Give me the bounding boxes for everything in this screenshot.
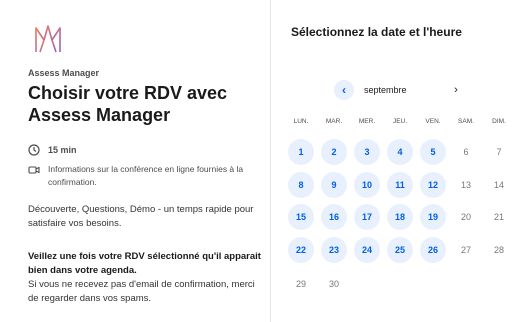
- unavailable-day: 27: [460, 245, 471, 255]
- weekday-label: LUN.: [293, 118, 309, 125]
- available-day-button[interactable]: 22: [288, 237, 314, 263]
- conference-info-text: Informations sur la conférence en ligne …: [48, 164, 244, 187]
- calendar-title: Sélectionnez la date et l'heure: [291, 25, 462, 39]
- available-day-button[interactable]: 10: [354, 172, 380, 198]
- available-day-button[interactable]: 4: [387, 139, 413, 165]
- prev-month-button[interactable]: ‹: [334, 80, 354, 100]
- unavailable-day: 28: [493, 245, 504, 255]
- available-day-button[interactable]: 25: [387, 237, 413, 263]
- month-navigation: ‹ septembre ›: [334, 80, 474, 100]
- unavailable-day: 6: [463, 147, 469, 157]
- available-day-button[interactable]: 8: [288, 172, 314, 198]
- available-day-button[interactable]: 5: [420, 139, 446, 165]
- next-month-button[interactable]: ›: [448, 80, 464, 100]
- month-label: septembre: [364, 85, 407, 95]
- weekday-label: MER.: [358, 118, 376, 125]
- available-day-button[interactable]: 11: [387, 172, 413, 198]
- available-day-button[interactable]: 3: [354, 139, 380, 165]
- available-day-button[interactable]: 24: [354, 237, 380, 263]
- unavailable-day: 14: [493, 180, 504, 190]
- brand-logo-icon: [35, 25, 61, 53]
- unavailable-day: 13: [460, 180, 471, 190]
- conference-row: Informations sur la conférence en ligne …: [28, 163, 260, 189]
- event-title: Choisir votre RDV avec Assess Manager: [28, 83, 228, 125]
- chevron-left-icon: ‹: [342, 83, 346, 97]
- clock-icon: [28, 144, 40, 156]
- weekday-label: DIM.: [492, 118, 506, 125]
- available-day-button[interactable]: 18: [387, 204, 413, 230]
- available-day-button[interactable]: 2: [321, 139, 347, 165]
- weekday-label: JEU.: [392, 118, 408, 125]
- video-camera-icon: [28, 166, 40, 174]
- warning-bold-text: Veillez une fois votre RDV sélectionné q…: [28, 251, 261, 276]
- available-day-button[interactable]: 19: [420, 204, 446, 230]
- unavailable-day: 21: [493, 212, 504, 222]
- unavailable-day: 30: [328, 279, 339, 289]
- weekday-label: SAM.: [458, 118, 474, 125]
- available-day-button[interactable]: 23: [321, 237, 347, 263]
- unavailable-day: 20: [460, 212, 471, 222]
- event-details-panel: Assess Manager Choisir votre RDV avec As…: [0, 0, 270, 322]
- chevron-right-icon: ›: [454, 84, 458, 96]
- weekday-label: VEN.: [425, 118, 441, 125]
- available-day-button[interactable]: 1: [288, 139, 314, 165]
- available-day-button[interactable]: 17: [354, 204, 380, 230]
- available-day-button[interactable]: 16: [321, 204, 347, 230]
- unavailable-day: 7: [496, 147, 502, 157]
- calendar-panel: Sélectionnez la date et l'heure ‹ septem…: [271, 0, 530, 322]
- weekday-label: MAR.: [325, 118, 343, 125]
- duration-text: 15 min: [48, 144, 77, 155]
- host-name: Assess Manager: [28, 68, 100, 78]
- available-day-button[interactable]: 15: [288, 204, 314, 230]
- event-description: Découverte, Questions, Démo - un temps r…: [28, 204, 254, 229]
- warning-text: Si vous ne recevez pas d'email de confir…: [28, 279, 255, 304]
- unavailable-day: 29: [295, 279, 306, 289]
- available-day-button[interactable]: 9: [321, 172, 347, 198]
- available-day-button[interactable]: 12: [420, 172, 446, 198]
- duration-row: 15 min: [28, 143, 77, 156]
- available-day-button[interactable]: 26: [420, 237, 446, 263]
